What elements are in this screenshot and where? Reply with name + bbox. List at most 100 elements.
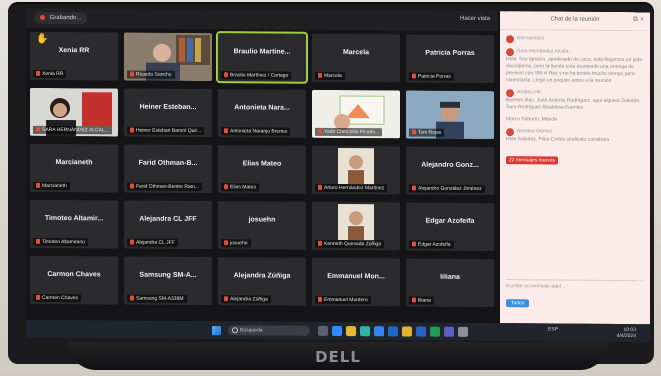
mic-muted-icon <box>36 127 40 133</box>
mic-muted-icon <box>130 239 134 245</box>
mic-muted-icon <box>318 129 322 135</box>
mic-muted-icon <box>412 185 416 191</box>
taskbar-search[interactable]: Búsqueda <box>228 325 310 336</box>
chat-message: Bienvenidos <box>506 35 644 44</box>
participant-tile[interactable]: Toni Rojas <box>406 90 494 140</box>
laptop-bezel: Grabando... Hacer vista ✋ Xenia RR Xenia R… <box>8 2 654 370</box>
participant-tile[interactable]: Marcianeth Marcianeth <box>30 143 118 193</box>
mic-muted-icon <box>412 73 416 79</box>
mic-muted-icon <box>318 73 322 79</box>
participant-label-text: Edgar Azofeifa <box>418 241 451 248</box>
mic-muted-icon <box>224 240 228 246</box>
participant-label: Heiner Esteban Baroni Quir... <box>127 126 205 136</box>
participant-tile[interactable]: Braulio Martine... Braulio Martínez / Car… <box>216 31 308 84</box>
participant-tile[interactable]: Kenneth Quesada Zúñiga <box>312 201 400 251</box>
participant-tile[interactable]: ✋ Xenia RR Xenia RR <box>30 31 118 81</box>
participant-name: Alejandra Zúñiga <box>233 272 291 280</box>
taskbar-search-placeholder: Búsqueda <box>240 327 263 334</box>
excel-icon[interactable] <box>430 326 440 337</box>
participant-name: Marcela <box>342 49 370 57</box>
settings-icon[interactable] <box>458 326 468 337</box>
record-dot-icon <box>40 14 45 20</box>
participant-name: Edgar Azofeifa <box>425 217 475 225</box>
participant-tile[interactable]: Farid Othman-B... Farid Othman-Bentre Ram… <box>124 144 212 194</box>
new-messages-badge[interactable]: 22 mensajes nuevos <box>506 156 558 165</box>
mic-muted-icon <box>36 71 40 77</box>
chat-input[interactable]: Escribe un mensaje aquí... <box>506 279 644 295</box>
participant-tile[interactable]: josuehn josuehn <box>218 201 306 250</box>
participant-tile[interactable]: Timoteo Altamir... Timoteo Altamirano <box>30 199 118 249</box>
participant-tile[interactable]: liliana liliana <box>406 258 494 308</box>
word-icon[interactable] <box>416 326 426 337</box>
chat-message: Nombre Gómez Hola Saludos. Flica Cortés s… <box>506 128 644 144</box>
participant-label-text: Braulio Martínez / Cartago <box>230 72 289 79</box>
zoom-top-bar: Grabando... Hacer vista <box>26 7 498 32</box>
participant-tile[interactable]: Ricardo Sancho <box>124 32 212 82</box>
participant-tile[interactable]: Antonieta Nara... Antonieta Naranjo Brene… <box>218 89 306 138</box>
participant-label: Toni Rojas <box>409 128 445 137</box>
participant-label-text: Marcela <box>324 72 342 80</box>
participant-tile[interactable]: Alejandro Gonz... Alejandro González Jimé… <box>406 146 494 196</box>
participant-label: Farid Othman-Bentre Ram... <box>127 182 203 192</box>
participant-label: Kenneth Quesada Zúñiga <box>315 239 384 249</box>
participant-name: Alejandra CL JFF <box>139 215 197 224</box>
participant-tile[interactable]: SARA HERNÁNDEZ ALCAL... <box>30 87 118 137</box>
participant-tile[interactable]: Elias Mateo Elias Mateo <box>218 145 306 194</box>
participant-tile[interactable]: Emmanuel Mon... Emmanuel Montero <box>312 257 400 307</box>
participant-label: Marcianeth <box>33 181 70 191</box>
store-icon[interactable] <box>374 326 384 337</box>
mic-muted-icon <box>224 296 228 302</box>
task-view-icon[interactable] <box>318 325 328 336</box>
participant-label: Edgar Azofeifa <box>409 240 454 249</box>
teams-icon[interactable] <box>444 326 454 337</box>
participant-tile[interactable]: Carmon Chaves Carmen Chaves <box>30 255 118 305</box>
participant-tile[interactable]: Arturo Hernández Martínez <box>312 145 400 195</box>
mic-muted-icon <box>36 183 40 189</box>
participant-label: Marcela <box>315 71 345 81</box>
participant-label: Xenia RR <box>33 69 67 79</box>
participant-label: Carmen Chaves <box>33 293 82 303</box>
participant-tile[interactable]: Alejandra Zúñiga Alejandra Zúñiga <box>218 257 306 306</box>
files-icon[interactable] <box>346 326 356 337</box>
avatar <box>506 35 514 44</box>
mic-muted-icon <box>130 295 134 301</box>
chat-sender: Bienvenidos <box>517 35 545 42</box>
participant-tile[interactable]: Patricia Porras Patricia Porras <box>406 34 494 84</box>
chat-popout-icon[interactable]: ⧉ × <box>633 16 644 24</box>
chat-message: Sara Hernández Alcalá... Hola. Soy Ignaci… <box>506 48 644 85</box>
windows-taskbar: Búsqueda ESP 10:03 4/4/2024 <box>26 319 650 343</box>
participant-tile[interactable]: Yadir Chinchilla Picado... <box>312 89 400 139</box>
zoom-app-icon[interactable] <box>332 325 342 337</box>
windows-start-icon[interactable] <box>212 326 221 336</box>
participant-tile[interactable]: Marcela Marcela <box>312 33 400 83</box>
edge-icon[interactable] <box>360 326 370 337</box>
laptop-screen: Grabando... Hacer vista ✋ Xenia RR Xenia R… <box>26 7 650 343</box>
participant-label-text: Timoteo Altamirano <box>42 238 85 246</box>
participant-tile[interactable]: Samsung SM-A... Samsung SM-A336M <box>124 256 212 306</box>
participant-name: Samsung SM-A... <box>139 271 197 280</box>
avatar <box>506 89 514 98</box>
recipient-selector[interactable]: Todos <box>506 299 530 308</box>
recording-indicator[interactable]: Grabando... <box>34 11 88 25</box>
mic-muted-icon <box>224 128 228 134</box>
mail-icon[interactable] <box>388 326 398 337</box>
participant-label: Antonieta Naranjo Brenes <box>221 127 291 136</box>
participant-label: Arturo Hernández Martínez <box>315 183 388 193</box>
participant-name: liliana <box>440 273 460 281</box>
mic-muted-icon <box>224 184 228 190</box>
laptop-chin: DELL <box>68 342 608 370</box>
clock[interactable]: 10:03 4/4/2024 <box>617 327 636 339</box>
participant-tile[interactable]: Edgar Azofeifa Edgar Azofeifa <box>406 202 494 252</box>
participant-tile[interactable]: Alejandra CL JFF Alejandra CL JFF <box>124 200 212 250</box>
participant-label: Emmanuel Montero <box>315 295 371 305</box>
participant-label-text: Toni Rojas <box>418 129 442 136</box>
participant-label-text: Farid Othman-Bentre Ram... <box>136 183 200 191</box>
chrome-icon[interactable] <box>402 326 412 337</box>
mic-muted-icon <box>36 295 40 301</box>
participant-label-text: Patricia Porras <box>418 73 451 80</box>
participant-label: Patricia Porras <box>409 72 454 81</box>
language-indicator[interactable]: ESP <box>548 326 558 332</box>
participant-label-text: Kenneth Quesada Zúñiga <box>324 240 381 248</box>
participant-tile[interactable]: Heiner Esteban... Heiner Esteban Baroni Q… <box>124 88 212 138</box>
view-button[interactable]: Hacer vista <box>460 16 490 22</box>
